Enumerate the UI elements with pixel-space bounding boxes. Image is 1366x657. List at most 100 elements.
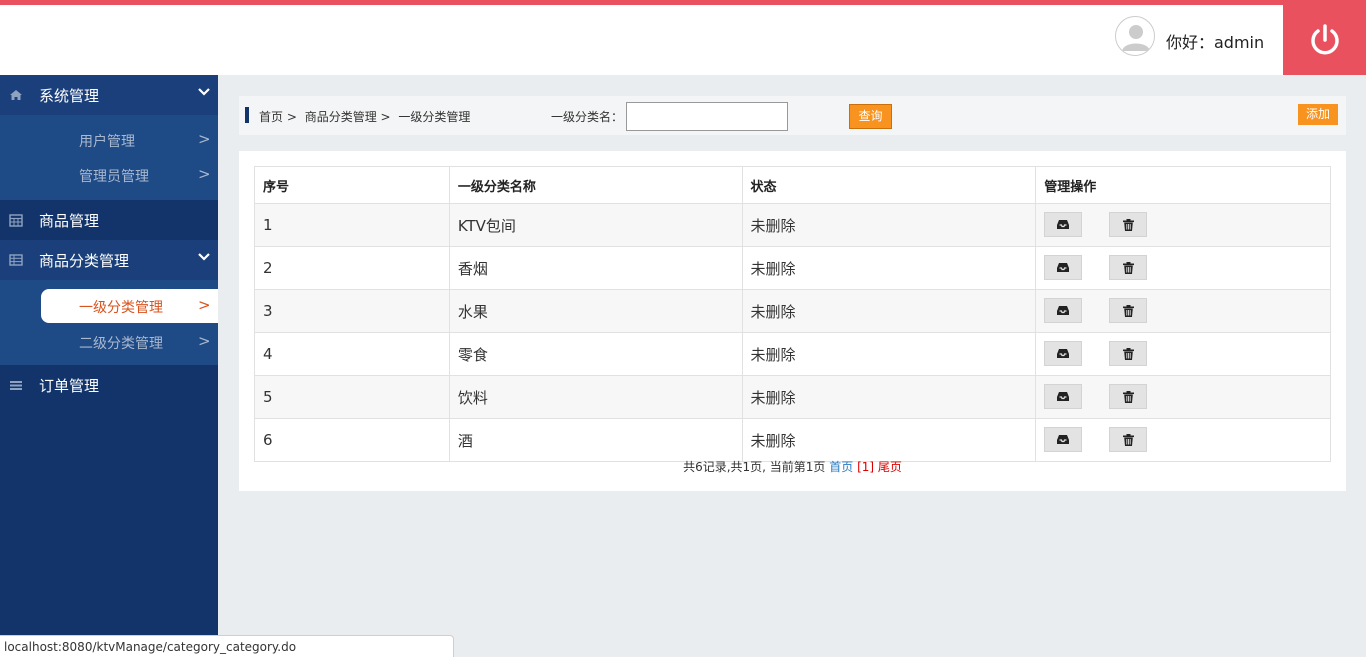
delete-button[interactable] [1109,427,1148,452]
chevron-right-icon: > [198,296,211,314]
table-row: 6 酒未删除 [254,418,1331,462]
col-header-status: 状态 [741,166,1037,204]
cell-name: 饮料 [448,375,743,419]
browser-status-url: localhost:8080/ktvManage/category_catego… [0,635,454,657]
cell-id: 4 [254,332,450,376]
cell-actions [1035,332,1331,376]
cell-name: 酒 [448,418,743,462]
cell-status: 未删除 [741,289,1037,333]
breadcrumb-category[interactable]: 商品分类管理 > [305,110,391,124]
edit-button[interactable] [1044,212,1083,237]
pagination-last-link[interactable]: 尾页 [878,460,902,474]
cell-status: 未删除 [741,375,1037,419]
col-header-actions: 管理操作 [1035,166,1331,204]
sidebar: 系统管理 用户管理 > 管理员管理 > 商品管理 商品分类管理 一级分类管理 >… [0,75,218,657]
table-row: 1 KTV包间 未删除 [254,203,1331,247]
pagination-current-page: [1] [857,460,875,474]
category-name-search-input[interactable] [626,102,788,131]
sidebar-group-label: 订单管理 [39,377,100,395]
trash-icon [1122,218,1134,231]
query-button[interactable]: 查询 [849,104,892,129]
table-row: 3 水果 未删除 [254,289,1331,333]
edit-button[interactable] [1044,341,1083,366]
delete-button[interactable] [1109,341,1148,366]
sidebar-group-categories[interactable]: 商品分类管理 [0,240,218,280]
sidebar-group-label: 系统管理 [39,87,100,105]
logout-button[interactable] [1283,5,1366,75]
chevron-right-icon: > [198,130,211,148]
cell-actions [1035,418,1331,462]
sidebar-item-label: 用户管理 [79,134,135,150]
inbox-edit-icon [1057,306,1070,315]
sidebar-item-label: 管理员管理 [79,169,149,185]
sidebar-submenu-categories: 一级分类管理 > 二级分类管理 > [0,280,218,366]
sidebar-item-level1-category[interactable]: 一级分类管理 > [41,289,218,323]
sidebar-item-level2-category[interactable]: 二级分类管理 > [0,325,218,359]
cell-status: 未删除 [741,203,1037,247]
edit-button[interactable] [1044,298,1083,323]
cell-name: 香烟 [448,246,743,290]
cell-id: 2 [254,246,450,290]
cell-id: 5 [254,375,450,419]
delete-button[interactable] [1109,298,1148,323]
inbox-edit-icon [1057,435,1070,444]
pagination-summary: 共6记录,共1页, 当前第1页 [683,460,826,474]
chevron-down-icon [198,88,210,96]
breadcrumb-home[interactable]: 首页 > [259,110,297,124]
sidebar-group-label: 商品分类管理 [39,252,130,270]
greeting-text: 你好：admin [1166,33,1265,52]
sidebar-group-products[interactable]: 商品管理 [0,200,218,240]
inbox-edit-icon [1057,392,1070,401]
table-row: 4 零食 未删除 [254,332,1331,376]
sidebar-item-users[interactable]: 用户管理 > [0,123,218,157]
trash-icon [1122,261,1134,274]
table-row: 5 饮料 未删除 [254,375,1331,419]
sidebar-group-system[interactable]: 系统管理 [0,75,218,115]
sidebar-group-orders[interactable]: 订单管理 [0,365,218,405]
table-header-row: 序号 一级分类名称 状态 管理操作 [254,166,1331,204]
cell-actions [1035,289,1331,333]
power-icon [1310,24,1339,55]
edit-button[interactable] [1044,427,1083,452]
cell-status: 未删除 [741,418,1037,462]
cell-name: 水果 [448,289,743,333]
table-icon [9,254,23,266]
cell-id: 1 [254,203,450,247]
chevron-right-icon: > [198,165,211,183]
cell-actions [1035,203,1331,247]
edit-button[interactable] [1044,384,1083,409]
add-button[interactable]: 添加 [1298,104,1338,125]
sidebar-item-label: 一级分类管理 [79,300,163,316]
cell-status: 未删除 [741,332,1037,376]
search-label: 一级分类名： [551,110,624,124]
cell-id: 3 [254,289,450,333]
delete-button[interactable] [1109,212,1148,237]
sidebar-item-admins[interactable]: 管理员管理 > [0,158,218,192]
delete-button[interactable] [1109,384,1148,409]
edit-button[interactable] [1044,255,1083,280]
trash-icon [1122,347,1134,360]
content-panel: 序号 一级分类名称 状态 管理操作 1 KTV包间 未删除 2 香烟 未删除 3 水果 未删除 4… [239,151,1346,491]
home-icon [10,90,22,100]
cell-status: 未删除 [741,246,1037,290]
cell-name: KTV包间 [448,203,743,247]
calendar-grid-icon [9,214,23,227]
chevron-right-icon: > [198,332,211,350]
trash-icon [1122,390,1134,403]
list-icon [10,381,22,390]
breadcrumb-current: 一级分类管理 [398,110,471,124]
pagination-first-link[interactable]: 首页 [829,460,853,474]
sidebar-submenu-system: 用户管理 > 管理员管理 > [0,115,218,200]
user-avatar-icon[interactable] [1115,16,1155,56]
trash-icon [1122,433,1134,446]
cell-actions [1035,246,1331,290]
category-table: 序号 一级分类名称 状态 管理操作 1 KTV包间 未删除 2 香烟 未删除 3 水果 未删除 4… [254,166,1331,462]
delete-button[interactable] [1109,255,1148,280]
pagination: 共6记录,共1页, 当前第1页 首页 [1] 尾页 [239,458,1346,475]
cell-name: 零食 [448,332,743,376]
header: 你好：admin [0,5,1366,75]
inbox-edit-icon [1057,349,1070,358]
sidebar-item-label: 二级分类管理 [79,336,163,352]
trash-icon [1122,304,1134,317]
cell-actions [1035,375,1331,419]
